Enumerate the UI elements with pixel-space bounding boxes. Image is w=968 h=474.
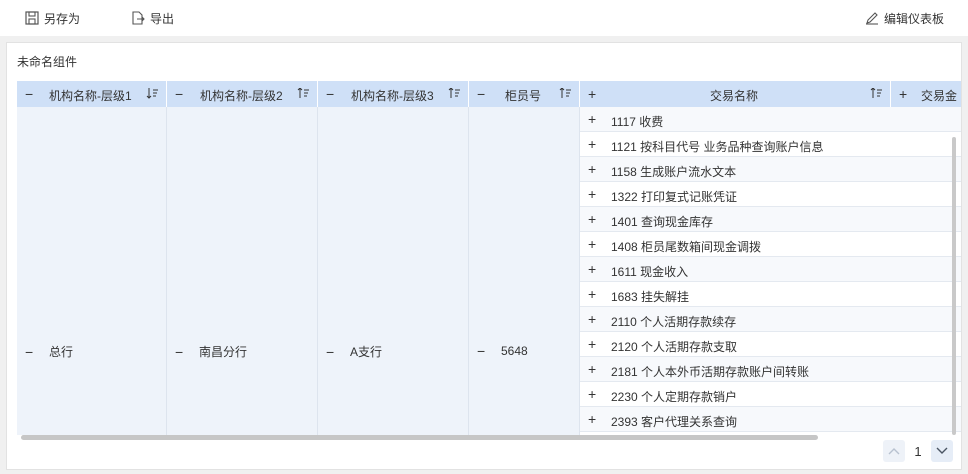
- expand-icon[interactable]: +: [588, 262, 596, 276]
- export-label: 导出: [150, 11, 175, 26]
- column-header-amount[interactable]: + 交易金: [891, 81, 961, 107]
- transaction-name: 1121 按科目代号 业务品种查询账户信息: [611, 140, 824, 154]
- vertical-scrollbar[interactable]: [952, 137, 956, 435]
- next-page-button[interactable]: [931, 440, 953, 462]
- collapse-icon[interactable]: −: [477, 343, 489, 359]
- expand-icon[interactable]: +: [588, 387, 596, 401]
- sort-asc-icon[interactable]: [448, 88, 460, 99]
- transaction-row[interactable]: +2110 个人活期存款续存: [580, 307, 961, 332]
- horizontal-scrollbar[interactable]: [21, 435, 818, 440]
- pivot-table: − 机构名称-层级1 − 机构名称-层级2 − 机构名称-层级3 − 柜员号 +…: [17, 81, 961, 435]
- previous-page-button[interactable]: [883, 440, 905, 462]
- expand-icon[interactable]: +: [588, 162, 596, 176]
- chevron-down-icon: [936, 447, 948, 454]
- collapse-icon[interactable]: −: [477, 87, 489, 101]
- toolbar: 另存为 导出 编辑仪表板: [0, 0, 968, 36]
- teller-column: − 5648: [469, 107, 580, 435]
- expand-icon[interactable]: +: [588, 187, 596, 201]
- transaction-row[interactable]: +1322 打印复式记账凭证: [580, 182, 961, 207]
- merged-cell-level1: − 总行: [25, 343, 73, 360]
- collapse-icon[interactable]: −: [25, 344, 37, 360]
- expand-icon[interactable]: +: [588, 212, 596, 226]
- transaction-name: 2120 个人活期存款支取: [611, 340, 738, 354]
- sort-asc-icon[interactable]: [559, 88, 571, 99]
- expand-icon[interactable]: +: [588, 237, 596, 251]
- expand-icon[interactable]: +: [899, 87, 911, 101]
- column-label: 机构名称-层级2: [200, 89, 283, 103]
- transaction-row[interactable]: +2181 个人本外币活期存款账户间转账: [580, 357, 961, 382]
- collapse-icon[interactable]: −: [175, 87, 187, 101]
- edit-icon: [865, 12, 878, 25]
- transaction-name: 1408 柜员尾数箱间现金调拨: [611, 240, 762, 254]
- save-icon: [25, 11, 39, 25]
- transaction-name: 1117 收费: [611, 115, 664, 129]
- widget-title: 未命名组件: [17, 55, 78, 69]
- pagination: 1: [883, 439, 953, 463]
- edit-dashboard-label: 编辑仪表板: [883, 11, 944, 26]
- save-as-label: 另存为: [44, 11, 81, 26]
- column-label: 交易名称: [710, 89, 759, 103]
- sort-asc-icon[interactable]: [870, 88, 882, 99]
- expand-icon[interactable]: +: [588, 337, 596, 351]
- transaction-name: 2110 个人活期存款续存: [611, 315, 737, 329]
- cell-value: A支行: [350, 345, 383, 359]
- export-button[interactable]: 导出: [131, 9, 174, 27]
- column-header-teller[interactable]: − 柜员号: [469, 81, 580, 107]
- column-header-transaction[interactable]: + 交易名称: [580, 81, 891, 107]
- column-label: 柜员号: [505, 89, 542, 103]
- expand-icon[interactable]: +: [588, 137, 596, 151]
- collapse-icon[interactable]: −: [326, 344, 338, 360]
- column-label: 机构名称-层级3: [351, 89, 434, 103]
- current-page: 1: [914, 443, 922, 459]
- cell-value: 总行: [49, 345, 74, 359]
- expand-icon[interactable]: +: [588, 87, 600, 101]
- transaction-name: 1401 查询现金库存: [611, 215, 714, 229]
- merged-cell-level2: − 南昌分行: [175, 343, 247, 360]
- expand-icon[interactable]: +: [588, 362, 596, 376]
- column-label: 交易金: [921, 89, 958, 103]
- collapse-icon[interactable]: −: [175, 344, 187, 360]
- transaction-row[interactable]: +1683 挂失解挂: [580, 282, 961, 307]
- merged-cell-level3: − A支行: [326, 343, 382, 360]
- cell-value: 南昌分行: [199, 345, 248, 359]
- expand-icon[interactable]: +: [588, 312, 596, 326]
- transaction-row[interactable]: +1611 现金收入: [580, 257, 961, 282]
- transaction-row[interactable]: +1117 收费: [580, 107, 961, 132]
- expand-icon[interactable]: +: [588, 287, 596, 301]
- column-header-level2[interactable]: − 机构名称-层级2: [167, 81, 318, 107]
- chevron-up-icon: [888, 448, 900, 455]
- transaction-name: 1683 挂失解挂: [611, 290, 690, 304]
- expand-icon[interactable]: +: [588, 112, 596, 126]
- level1-column: − 总行: [17, 107, 167, 435]
- column-header-level3[interactable]: − 机构名称-层级3: [318, 81, 469, 107]
- transaction-row[interactable]: +2120 个人活期存款支取: [580, 332, 961, 357]
- transaction-name: 2230 个人定期存款销户: [611, 390, 738, 404]
- transaction-name: 1322 打印复式记账凭证: [611, 190, 738, 204]
- transaction-row[interactable]: +2230 个人定期存款销户: [580, 382, 961, 407]
- merged-cell-teller: − 5648: [477, 343, 528, 359]
- transaction-name: 1611 现金收入: [611, 265, 689, 279]
- cell-value: 5648: [501, 344, 528, 358]
- level2-column: − 南昌分行: [167, 107, 318, 435]
- expand-icon[interactable]: +: [588, 412, 596, 426]
- transaction-name: 1158 生成账户流水文本: [611, 165, 737, 179]
- collapse-icon[interactable]: −: [25, 87, 37, 101]
- level3-column: − A支行: [318, 107, 469, 435]
- transaction-row[interactable]: +1158 生成账户流水文本: [580, 157, 961, 182]
- sort-asc-icon[interactable]: [297, 88, 309, 99]
- transaction-row[interactable]: +2393 客户代理关系查询: [580, 407, 961, 432]
- transaction-name: 2181 个人本外币活期存款账户间转账: [611, 365, 810, 379]
- transaction-name: 2393 客户代理关系查询: [611, 415, 738, 429]
- save-as-button[interactable]: 另存为: [25, 9, 80, 27]
- column-header-level1[interactable]: − 机构名称-层级1: [17, 81, 167, 107]
- widget-panel: 未命名组件 − 机构名称-层级1 − 机构名称-层级2 − 机构名称-层级3 −…: [6, 42, 962, 470]
- export-icon: [132, 11, 145, 25]
- edit-dashboard-button[interactable]: 编辑仪表板: [865, 9, 944, 27]
- column-label: 机构名称-层级1: [49, 89, 132, 103]
- sort-desc-icon[interactable]: [146, 88, 158, 99]
- collapse-icon[interactable]: −: [326, 87, 338, 101]
- transaction-row[interactable]: +1401 查询现金库存: [580, 207, 961, 232]
- transaction-row[interactable]: +1408 柜员尾数箱间现金调拨: [580, 232, 961, 257]
- transaction-row[interactable]: +1121 按科目代号 业务品种查询账户信息: [580, 132, 961, 157]
